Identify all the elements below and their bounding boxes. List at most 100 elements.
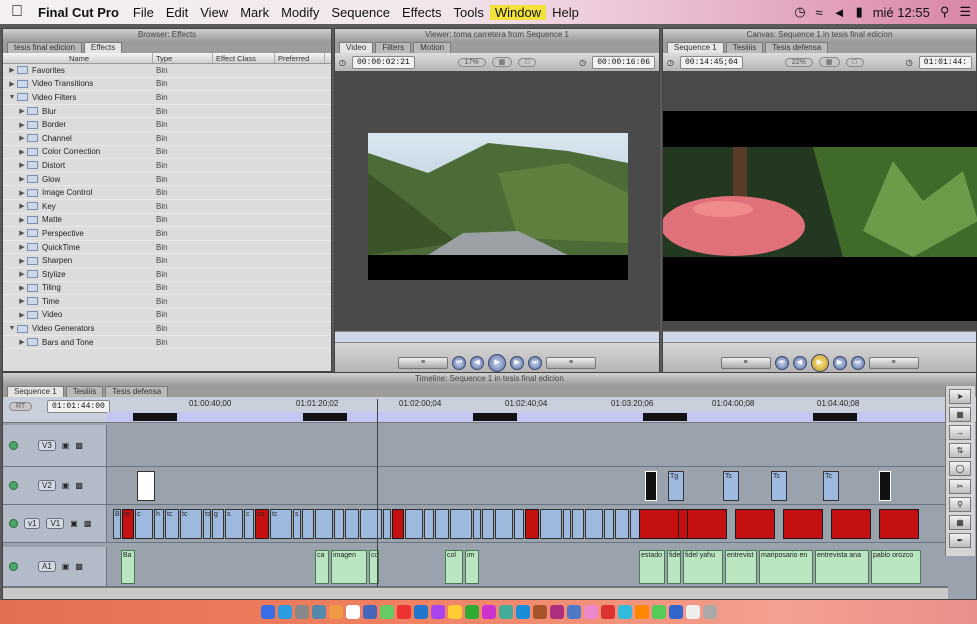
video-clip[interactable] <box>435 509 449 539</box>
lock-icon[interactable]: ▣ <box>70 519 78 528</box>
disclosure-closed-icon[interactable]: ▶ <box>17 338 27 346</box>
disclosure-closed-icon[interactable]: ▶ <box>17 284 27 292</box>
menu-file[interactable]: File <box>127 5 160 20</box>
dock-app-icon[interactable] <box>600 605 615 619</box>
video-clip[interactable] <box>383 509 391 539</box>
browser-row[interactable]: ▶ Sharpen Bin <box>3 254 331 268</box>
disclosure-closed-icon[interactable]: ▶ <box>17 121 27 129</box>
time-machine-icon[interactable]: ◷ <box>794 4 805 20</box>
video-clip[interactable]: s <box>225 509 243 539</box>
viewer-scrubber[interactable] <box>335 331 659 343</box>
canvas-play-button[interactable]: ▶ <box>810 354 829 372</box>
browser-row[interactable]: ▶ Matte Bin <box>3 214 331 228</box>
roll-tool[interactable]: ◯ <box>949 461 971 476</box>
spotlight-icon[interactable]: ⚲ <box>940 4 950 20</box>
dock-app-icon[interactable] <box>277 605 292 619</box>
video-clip[interactable]: m <box>122 509 134 539</box>
dock-app-icon[interactable] <box>532 605 547 619</box>
dock-app-icon[interactable] <box>617 605 632 619</box>
browser-row[interactable]: ▶ Video Transitions Bin <box>3 78 331 92</box>
disclosure-closed-icon[interactable]: ▶ <box>17 229 27 237</box>
disclosure-closed-icon[interactable]: ▶ <box>17 216 27 224</box>
video-clip[interactable]: tc <box>270 509 292 539</box>
menu-edit[interactable]: Edit <box>160 5 194 20</box>
video-clip[interactable] <box>405 509 423 539</box>
canvas-video-area[interactable] <box>663 71 977 331</box>
browser-row[interactable]: ▶ Key Bin <box>3 200 331 214</box>
menu-sequence[interactable]: Sequence <box>325 5 396 20</box>
dock-app-icon[interactable] <box>345 605 360 619</box>
autoselect-icon[interactable]: ▩ <box>75 441 83 450</box>
disclosure-closed-icon[interactable]: ▶ <box>17 161 27 169</box>
title-clip[interactable] <box>735 509 775 539</box>
canvas-view-popup[interactable]: ▦ <box>818 57 840 67</box>
video-clip[interactable]: ts <box>203 509 211 539</box>
video-clip[interactable]: Tc <box>723 471 739 501</box>
col-name[interactable]: Name <box>3 53 153 63</box>
play-around-button[interactable]: ▶ <box>510 356 524 370</box>
video-clip[interactable]: g <box>212 509 224 539</box>
browser-row[interactable]: ▶ Distort Bin <box>3 159 331 173</box>
video-clip[interactable]: Tc <box>771 471 787 501</box>
canvas-prev-edit-button[interactable]: ⏮ <box>774 356 789 370</box>
browser-row[interactable]: ▼ Video Generators Bin <box>3 322 331 336</box>
track-v1[interactable]: v1 V1 ▣ ▩ Bamchtctctsgsccotcs <box>3 505 948 543</box>
menu-effects[interactable]: Effects <box>396 5 448 20</box>
video-clip[interactable] <box>360 509 382 539</box>
canvas-play-around-button[interactable]: ▶ <box>832 356 847 370</box>
track-visibility-toggle[interactable] <box>9 441 18 450</box>
tab-motion[interactable]: Motion <box>413 42 452 53</box>
canvas-shuttle[interactable]: ≡ <box>868 357 919 369</box>
canvas-jog[interactable]: ≡ <box>720 357 771 369</box>
viewer-view-popup[interactable]: ▦ <box>491 57 513 67</box>
video-clip[interactable] <box>563 509 571 539</box>
video-clip[interactable] <box>615 509 629 539</box>
dock-app-icon[interactable] <box>685 605 700 619</box>
video-clip[interactable] <box>315 509 333 539</box>
menu-modify[interactable]: Modify <box>275 5 325 20</box>
timeline-ruler[interactable]: RT 01:01:44:00 01:00:40;00 01:01:20;02 0… <box>3 397 976 423</box>
disclosure-closed-icon[interactable]: ▶ <box>17 148 27 156</box>
video-clip[interactable] <box>334 509 344 539</box>
timeline-current-timecode[interactable]: 01:01:44:00 <box>47 400 110 413</box>
dock-app-icon[interactable] <box>328 605 343 619</box>
menu-tools[interactable]: Tools <box>447 5 489 20</box>
tab-sequence-1[interactable]: Sequence 1 <box>667 42 724 53</box>
source-patch-v1[interactable]: v1 <box>24 518 41 529</box>
disclosure-closed-icon[interactable]: ▶ <box>17 202 27 210</box>
disclosure-closed-icon[interactable]: ▶ <box>17 297 27 305</box>
audio-clip[interactable]: imagen <box>331 550 367 584</box>
browser-row[interactable]: ▶ Channel Bin <box>3 132 331 146</box>
video-clip[interactable]: Tg <box>668 471 684 501</box>
tab-filters[interactable]: Filters <box>375 42 412 53</box>
track-a1-label[interactable]: A1 <box>38 561 56 572</box>
disclosure-closed-icon[interactable]: ▶ <box>17 189 27 197</box>
video-clip[interactable]: tc <box>180 509 202 539</box>
video-clip[interactable] <box>424 509 434 539</box>
dock-app-icon[interactable] <box>311 605 326 619</box>
lock-icon[interactable]: ▣ <box>62 441 70 450</box>
autoselect-icon[interactable]: ▩ <box>75 481 83 490</box>
browser-row[interactable]: ▶ Color Correction Bin <box>3 146 331 160</box>
video-clip[interactable]: s <box>293 509 301 539</box>
track-v3[interactable]: V3 ▣ ▩ <box>3 425 948 467</box>
viewer-play-button[interactable]: ▶ <box>488 354 506 372</box>
volume-icon[interactable]: ◄ <box>833 5 846 20</box>
browser-row[interactable]: ▶ QuickTime Bin <box>3 241 331 255</box>
col-type[interactable]: Type <box>153 53 213 63</box>
menu-help[interactable]: Help <box>546 5 585 20</box>
dock-app-icon[interactable] <box>549 605 564 619</box>
disclosure-open-icon[interactable]: ▼ <box>7 325 17 332</box>
track-v2[interactable]: V2 ▣ ▩ Tg Tc Tc Tc <box>3 467 948 505</box>
play-in-out-button[interactable]: ◀ <box>470 356 484 370</box>
dock-app-icon[interactable] <box>515 605 530 619</box>
pen-tool[interactable]: ✒ <box>949 533 971 548</box>
selection-tool[interactable]: ➤ <box>949 389 971 404</box>
track-v1-label[interactable]: V1 <box>46 518 65 529</box>
rt-popup[interactable]: RT <box>9 402 33 411</box>
audio-clip[interactable]: entrevist <box>725 550 757 584</box>
col-preferred[interactable]: Preferred <box>275 53 325 63</box>
tab-effects[interactable]: Effects <box>83 42 123 53</box>
title-clip[interactable] <box>687 509 727 539</box>
razor-tool[interactable]: ✂ <box>949 479 971 494</box>
